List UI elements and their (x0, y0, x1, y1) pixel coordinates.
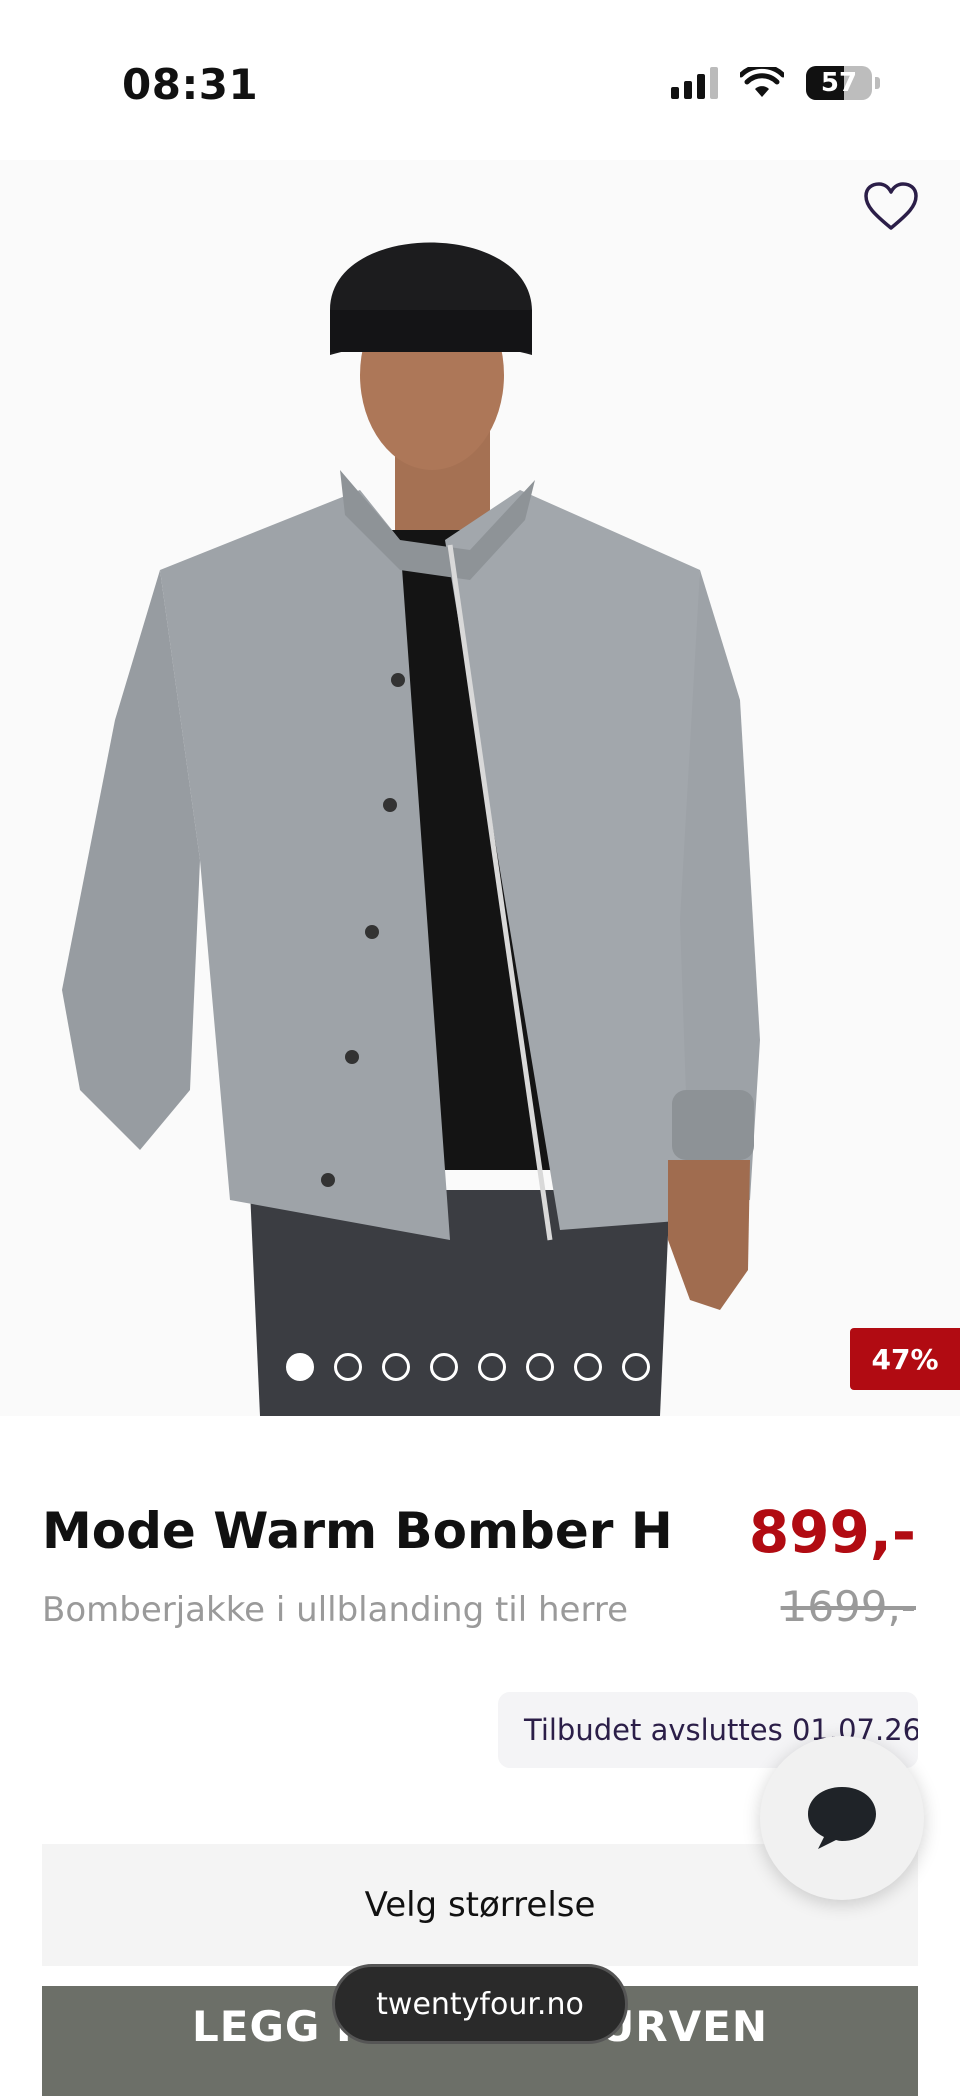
discount-badge: 47% (850, 1328, 960, 1390)
product-photo (0, 160, 960, 1416)
status-icons: 57 (671, 66, 880, 100)
carousel-dot[interactable] (382, 1353, 410, 1381)
cellular-signal-icon (671, 67, 718, 99)
status-bar: 08:31 57 (0, 0, 960, 160)
heart-icon (864, 182, 918, 230)
status-time: 08:31 (122, 60, 259, 109)
sale-price: 899,- (748, 1498, 916, 1566)
carousel-dots (286, 1353, 650, 1381)
carousel-dot[interactable] (622, 1353, 650, 1381)
product-subtitle: Bomberjakke i ullblanding til herre (42, 1590, 629, 1630)
battery-percent: 57 (820, 68, 858, 98)
original-price: 1699,- (780, 1582, 916, 1631)
carousel-dot[interactable] (430, 1353, 458, 1381)
product-name: Mode Warm Bomber H (42, 1502, 673, 1560)
carousel-dot[interactable] (334, 1353, 362, 1381)
battery-icon: 57 (806, 66, 872, 100)
carousel-dot[interactable] (286, 1353, 314, 1381)
carousel-dot[interactable] (526, 1353, 554, 1381)
chat-bubble-icon (808, 1787, 876, 1849)
wifi-icon (740, 67, 784, 99)
product-image-carousel[interactable]: 47% (0, 160, 960, 1416)
carousel-dot[interactable] (574, 1353, 602, 1381)
battery-tip (875, 77, 880, 89)
chat-button[interactable] (760, 1736, 924, 1900)
browser-url-bar[interactable]: twentyfour.no (332, 1964, 628, 2044)
carousel-dot[interactable] (478, 1353, 506, 1381)
favorite-button[interactable] (856, 172, 926, 242)
